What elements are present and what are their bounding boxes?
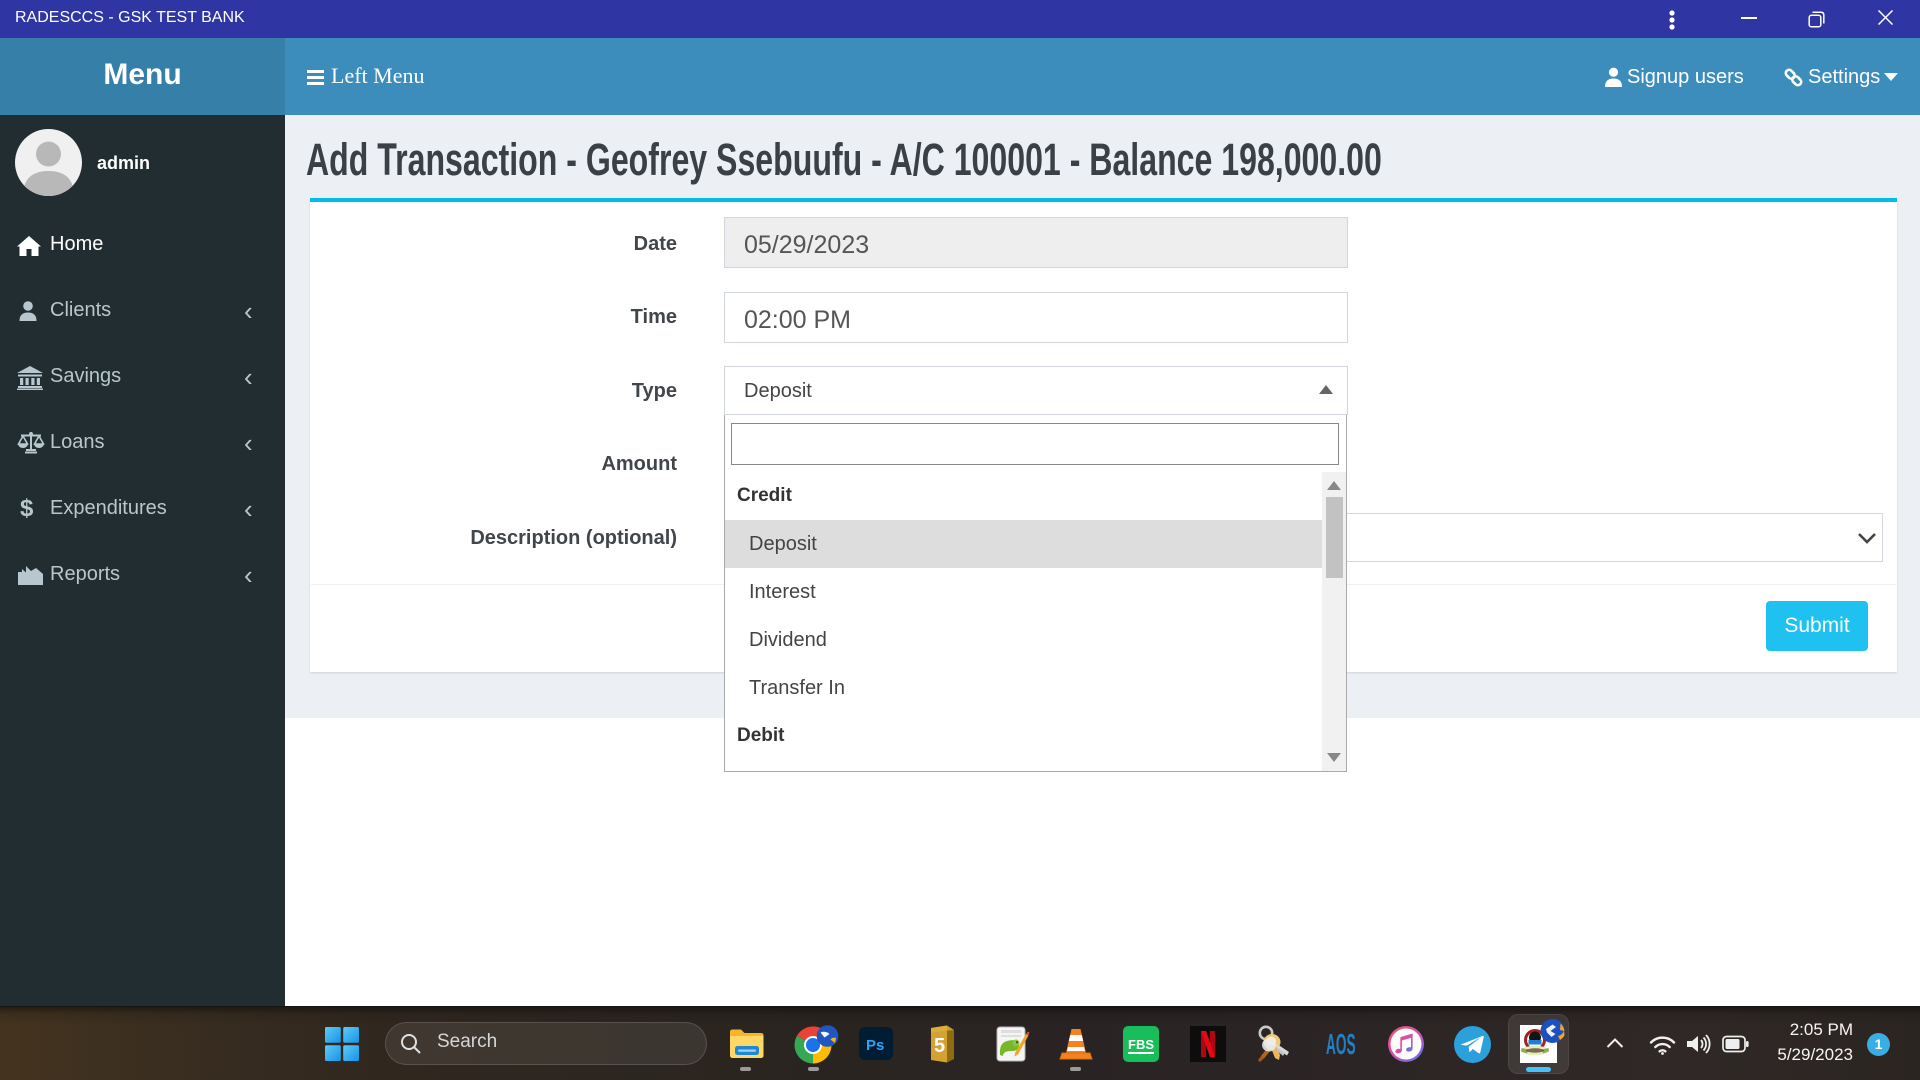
svg-text:FBS: FBS <box>1128 1037 1154 1052</box>
svg-text:Ps: Ps <box>866 1037 884 1054</box>
svg-text:5: 5 <box>934 1035 945 1057</box>
